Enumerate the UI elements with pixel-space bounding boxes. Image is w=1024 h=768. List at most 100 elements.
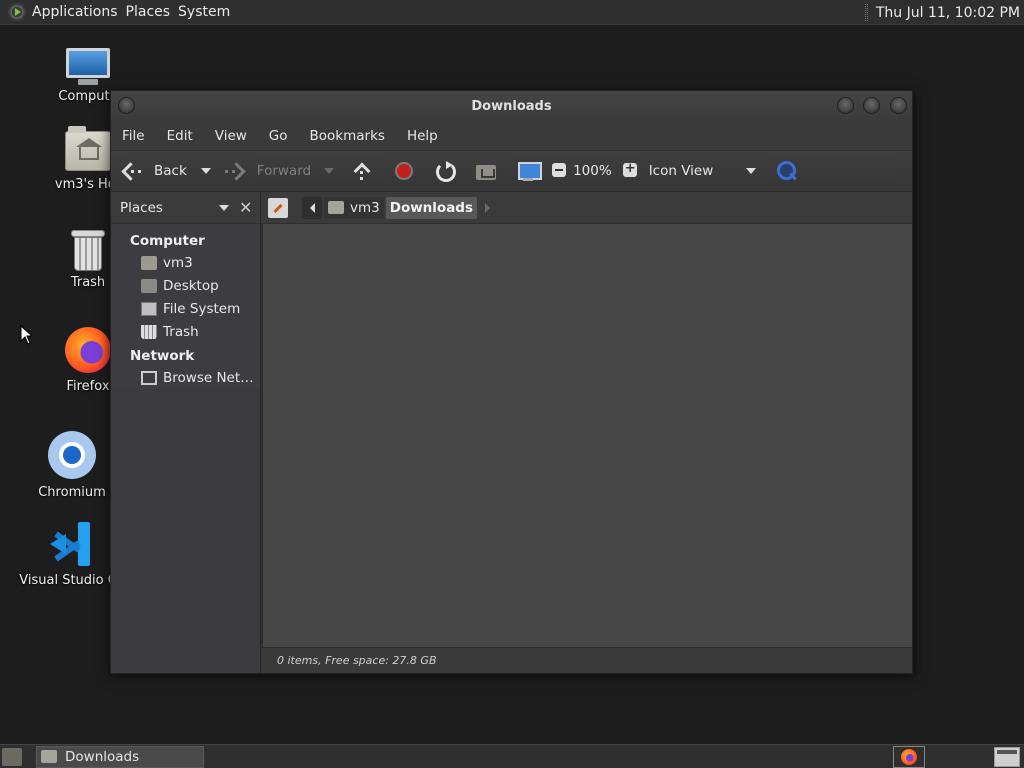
- system-menu[interactable]: System: [178, 4, 238, 20]
- tray-firefox[interactable]: [893, 746, 925, 768]
- home-icon[interactable]: [475, 160, 497, 182]
- taskbar-item-downloads[interactable]: Downloads: [36, 745, 204, 768]
- home-folder-icon: [141, 255, 157, 270]
- workspace-switcher-icon[interactable]: [994, 747, 1020, 767]
- places-list: Computer vm3 Desktop File System Trash N…: [111, 224, 260, 389]
- close-button[interactable]: [890, 97, 907, 114]
- edit-location-icon[interactable]: [268, 197, 288, 218]
- forward-label: Forward: [256, 163, 312, 179]
- filesystem-icon: [141, 301, 157, 316]
- back-history-dropdown[interactable]: [200, 168, 211, 174]
- computer-icon[interactable]: [517, 160, 543, 182]
- status-bar: 0 items, Free space: 27.8 GB: [261, 647, 912, 673]
- forward-history-dropdown[interactable]: [324, 168, 335, 174]
- sidebar-item-label: vm3: [163, 254, 193, 271]
- main-area: Places ✕ Computer vm3 Desktop File Syste…: [111, 192, 912, 673]
- stop-icon[interactable]: [393, 160, 415, 182]
- zoom-out-icon[interactable]: [549, 160, 571, 182]
- sidebar-selector-label: Places: [120, 199, 163, 216]
- distro-logo-icon[interactable]: [8, 3, 26, 21]
- menubar: File Edit View Go Bookmarks Help: [111, 122, 912, 150]
- window-title: Downloads: [471, 99, 552, 114]
- breadcrumb-downloads[interactable]: Downloads: [385, 196, 478, 219]
- up-icon[interactable]: [351, 160, 373, 182]
- back-label: Back: [154, 163, 187, 179]
- sidebar-item-desktop[interactable]: Desktop: [111, 274, 260, 297]
- sidebar-item-label: Browse Net…: [163, 369, 254, 386]
- computer-icon: [64, 46, 112, 86]
- applications-menu[interactable]: Applications: [32, 4, 126, 20]
- home-folder-icon: [65, 126, 111, 171]
- menu-file[interactable]: File: [111, 128, 156, 144]
- sidebar-item-label: Trash: [163, 323, 199, 340]
- sidebar-header: Places ✕: [111, 192, 260, 224]
- content-pane: vm3 Downloads 0 items, Free space: 27.8 …: [261, 192, 912, 673]
- menu-bookmarks[interactable]: Bookmarks: [299, 128, 396, 144]
- desktop-icon-vscode[interactable]: Visual Studio Co: [19, 522, 125, 588]
- top-panel-right: Thu Jul 11, 10:02 PM: [864, 0, 1024, 25]
- vscode-icon: [50, 522, 94, 566]
- taskbar-item-label: Downloads: [65, 748, 140, 765]
- desktop-icon-label: Compute: [58, 89, 118, 104]
- sidebar-selector[interactable]: Places: [117, 197, 233, 219]
- file-manager-window: Downloads File Edit View Go Bookmarks He…: [110, 90, 913, 674]
- desktop-icon-label: Visual Studio Co: [19, 573, 125, 588]
- sidebar-item-trash[interactable]: Trash: [111, 320, 260, 343]
- chromium-icon: [48, 431, 96, 479]
- chevron-down-icon: [745, 168, 756, 174]
- desktop-icon-label: Firefox: [66, 379, 110, 394]
- show-desktop-icon[interactable]: [2, 747, 22, 766]
- file-view-area[interactable]: [261, 224, 912, 647]
- path-scroll-right-icon[interactable]: [477, 197, 497, 219]
- zoom-in-icon[interactable]: [620, 160, 642, 182]
- reload-icon[interactable]: [434, 160, 457, 182]
- sidebar-item-file-system[interactable]: File System: [111, 297, 260, 320]
- maximize-button[interactable]: [863, 97, 880, 114]
- sidebar-item-vm3[interactable]: vm3: [111, 251, 260, 274]
- sidebar-item-label: File System: [163, 300, 241, 317]
- sidebar-section-computer: Computer: [130, 233, 205, 249]
- menu-edit[interactable]: Edit: [156, 128, 204, 144]
- sidebar-item-browse-network[interactable]: Browse Net…: [111, 366, 260, 389]
- back-button[interactable]: Back: [121, 155, 187, 187]
- firefox-icon: [65, 327, 111, 373]
- forward-button[interactable]: Forward: [224, 155, 311, 187]
- window-titlebar[interactable]: Downloads: [111, 91, 912, 122]
- sidebar: Places ✕ Computer vm3 Desktop File Syste…: [111, 192, 261, 673]
- breadcrumb-vm3[interactable]: vm3: [324, 196, 384, 219]
- folder-icon: [41, 750, 57, 763]
- trash-icon: [71, 230, 105, 272]
- forward-arrow-icon: [224, 160, 246, 182]
- view-mode-select[interactable]: Icon View: [649, 155, 756, 187]
- network-icon: [141, 370, 157, 385]
- path-scroll-left-icon[interactable]: [302, 196, 322, 219]
- minimize-button[interactable]: [837, 97, 854, 114]
- desktop-icon-chromium[interactable]: Chromium: [22, 431, 122, 500]
- path-bar: vm3 Downloads: [261, 192, 912, 224]
- breadcrumb-label: vm3: [350, 199, 380, 216]
- window-menu-button[interactable]: [118, 97, 135, 114]
- desktop-folder-icon: [141, 278, 157, 293]
- menu-help[interactable]: Help: [396, 128, 449, 144]
- desktop-icon-label: Chromium: [38, 485, 106, 500]
- back-arrow-icon: [121, 160, 143, 182]
- search-icon[interactable]: [775, 160, 797, 182]
- sidebar-item-label: Desktop: [163, 277, 219, 294]
- top-panel-menu: Applications Places System: [0, 0, 238, 25]
- close-icon[interactable]: ✕: [239, 198, 252, 217]
- trash-icon: [141, 324, 157, 339]
- sidebar-section-network: Network: [130, 348, 195, 364]
- places-menu[interactable]: Places: [126, 4, 179, 20]
- home-folder-icon: [328, 201, 344, 214]
- firefox-icon: [901, 749, 917, 765]
- toolbar: Back Forward 100% Icon View: [111, 150, 912, 192]
- menu-view[interactable]: View: [204, 128, 258, 144]
- menu-go[interactable]: Go: [258, 128, 299, 144]
- top-panel: Applications Places System Thu Jul 11, 1…: [0, 0, 1024, 25]
- zoom-level[interactable]: 100%: [573, 155, 612, 187]
- panel-separator: [864, 4, 868, 21]
- bottom-panel: Downloads: [0, 744, 1024, 768]
- chevron-down-icon: [219, 204, 229, 211]
- view-mode-label: Icon View: [648, 163, 714, 179]
- clock[interactable]: Thu Jul 11, 10:02 PM: [876, 5, 1024, 21]
